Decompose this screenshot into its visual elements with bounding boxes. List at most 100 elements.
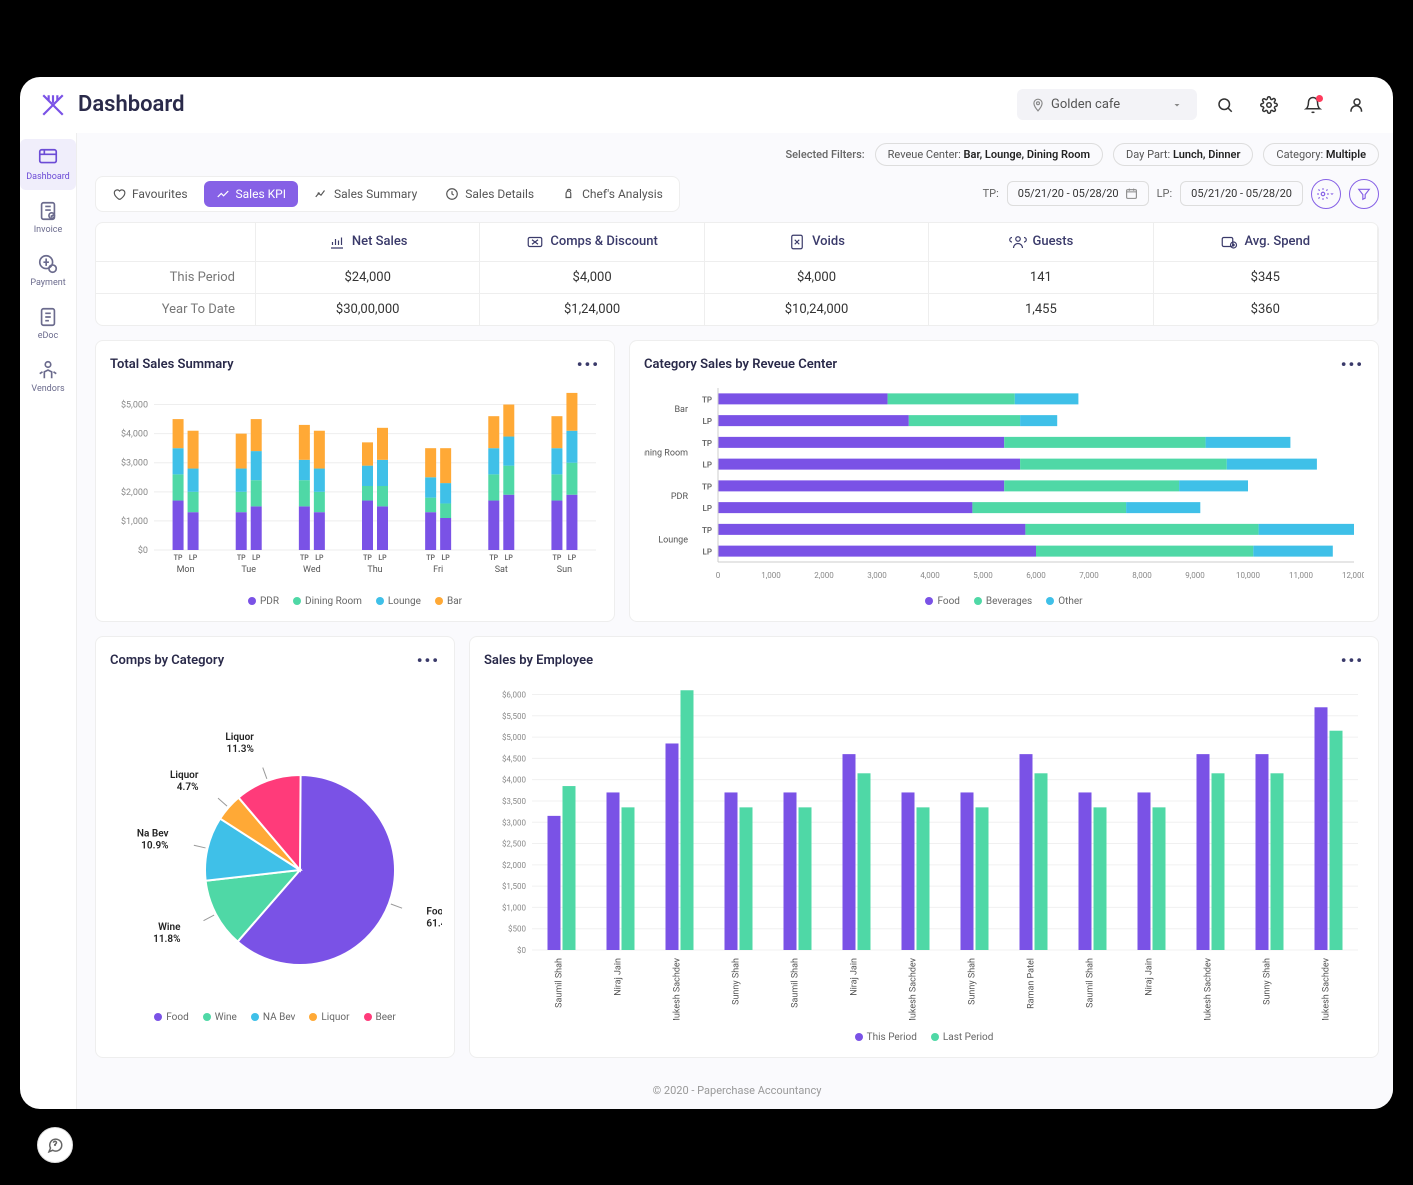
legend-employee: This Period Last Period	[484, 1032, 1364, 1043]
svg-text:$3,000: $3,000	[502, 818, 527, 827]
card-sales-by-employee: Sales by Employee ••• $0$500$1,000$1,500$…	[469, 636, 1379, 1058]
sidebar-item-payment[interactable]: Payment	[20, 245, 76, 296]
chat-icon	[46, 1136, 64, 1154]
user-icon	[1348, 96, 1366, 114]
svg-text:LP: LP	[442, 554, 451, 562]
tab-sales-details[interactable]: Sales Details	[433, 181, 546, 207]
svg-text:1,000: 1,000	[761, 571, 781, 580]
filter-chip-category[interactable]: Category: Multiple	[1263, 143, 1379, 166]
vendors-icon	[37, 359, 59, 381]
summary-icon	[314, 187, 328, 201]
svg-text:12,000: 12,000	[1342, 571, 1364, 580]
svg-text:Fri: Fri	[433, 565, 443, 575]
tab-sales-summary[interactable]: Sales Summary	[302, 181, 429, 207]
svg-text:Mukesh Sachdev: Mukesh Sachdev	[909, 957, 919, 1020]
filter-chip-revenue-center[interactable]: Reveue Center: Bar, Lounge, Dining Room	[875, 143, 1103, 166]
svg-text:Food: Food	[426, 906, 442, 917]
location-name: Golden cafe	[1051, 97, 1120, 112]
card-title: Category Sales by Reveue Center	[644, 357, 837, 372]
svg-text:TP: TP	[702, 525, 712, 534]
help-button[interactable]	[37, 1127, 73, 1163]
svg-text:3,000: 3,000	[867, 571, 887, 580]
lp-label: LP:	[1157, 187, 1173, 200]
svg-text:7,000: 7,000	[1079, 571, 1099, 580]
svg-text:TP: TP	[237, 554, 246, 562]
notifications-button[interactable]	[1297, 89, 1329, 121]
search-button[interactable]	[1209, 89, 1241, 121]
filters-label: Selected Filters:	[786, 148, 865, 161]
settings-button[interactable]	[1253, 89, 1285, 121]
location-select[interactable]: Golden cafe	[1017, 89, 1197, 120]
svg-text:TP: TP	[363, 554, 372, 562]
card-more-button[interactable]: •••	[1341, 355, 1364, 374]
search-icon	[1216, 96, 1234, 114]
sidebar-item-vendors[interactable]: Vendors	[20, 351, 76, 402]
svg-text:LP: LP	[252, 554, 261, 562]
svg-text:LP: LP	[315, 554, 324, 562]
svg-text:$4,500: $4,500	[502, 754, 527, 763]
payment-icon	[37, 253, 59, 275]
card-more-button[interactable]: •••	[577, 355, 600, 374]
svg-text:Dinning Room: Dinning Room	[644, 448, 688, 458]
svg-text:$3,000: $3,000	[121, 457, 148, 468]
card-total-sales-summary: Total Sales Summary••• $0$1,000$2,000$3,…	[95, 340, 615, 622]
svg-text:Niraj Jain: Niraj Jain	[614, 957, 624, 995]
calendar-icon	[1125, 187, 1138, 200]
svg-text:$0: $0	[517, 946, 526, 955]
lp-date-picker[interactable]: 05/21/20 - 05/28/20	[1180, 181, 1303, 206]
sidebar-item-dashboard[interactable]: Dashboard	[20, 139, 76, 190]
svg-text:LP: LP	[703, 417, 712, 426]
footer: © 2020 - Paperchase Accountancy	[77, 1072, 1393, 1109]
guests-icon	[1009, 233, 1027, 251]
edoc-icon	[37, 306, 59, 328]
gear-dropdown-button[interactable]	[1311, 179, 1341, 209]
svg-text:Liquor: Liquor	[225, 732, 254, 743]
filter-row: Selected Filters: Reveue Center: Bar, Lo…	[77, 133, 1393, 176]
filter-chip-daypart[interactable]: Day Part: Lunch, Dinner	[1113, 143, 1253, 166]
svg-text:Sunny Shah: Sunny Shah	[732, 957, 742, 1004]
tab-favourites[interactable]: Favourites	[100, 181, 200, 207]
sidebar-item-edoc[interactable]: eDoc	[20, 298, 76, 349]
kpi-row-ytd: Year To Date $30,00,000$1,24,000$10,24,0…	[96, 294, 1378, 325]
svg-text:11,000: 11,000	[1289, 571, 1314, 580]
svg-text:61.4%: 61.4%	[426, 918, 442, 929]
svg-text:Tue: Tue	[241, 565, 256, 575]
card-more-button[interactable]: •••	[417, 651, 440, 670]
gear-icon	[1260, 96, 1278, 114]
sidebar-item-invoice[interactable]: Invoice	[20, 192, 76, 243]
tab-sales-kpi[interactable]: Sales KPI	[204, 181, 298, 207]
card-more-button[interactable]: •••	[1341, 651, 1364, 670]
kpi-table: Net Sales Comps & Discount Voids Guests …	[95, 222, 1379, 326]
tp-date-picker[interactable]: 05/21/20 - 05/28/20	[1007, 181, 1149, 206]
svg-text:Na Bev: Na Bev	[137, 828, 169, 839]
profile-button[interactable]	[1341, 89, 1373, 121]
kpi-header-voids: Voids	[705, 223, 929, 262]
card-title: Total Sales Summary	[110, 357, 234, 372]
card-title: Sales by Employee	[484, 653, 593, 668]
svg-text:10,000: 10,000	[1236, 571, 1261, 580]
discount-icon	[526, 233, 544, 251]
dashboard-icon	[37, 147, 59, 169]
svg-text:$1,500: $1,500	[502, 882, 527, 891]
svg-text:Lounge: Lounge	[658, 535, 688, 545]
kpi-header-guests: Guests	[929, 223, 1153, 262]
legend-comps: Food Wine NA Bev Liquor Beer	[110, 1012, 440, 1023]
svg-text:$6,000: $6,000	[502, 690, 527, 699]
svg-text:TP: TP	[702, 482, 712, 491]
chart-category-sales: 01,0002,0003,0004,0005,0006,0007,0008,00…	[644, 384, 1364, 584]
chevron-down-icon	[1171, 99, 1183, 111]
kpi-header-net-sales: Net Sales	[256, 223, 480, 262]
svg-text:4.7%: 4.7%	[177, 782, 199, 793]
chart-sales-by-employee: $0$500$1,000$1,500$2,000$2,500$3,000$3,5…	[484, 680, 1364, 1020]
svg-text:LP: LP	[703, 504, 712, 513]
card-comps-by-category: Comps by Category••• Food61.4%Wine11.8%N…	[95, 636, 455, 1058]
svg-text:Niraj Jain: Niraj Jain	[1145, 957, 1155, 995]
filter-button[interactable]	[1349, 179, 1379, 209]
svg-text:4,000: 4,000	[920, 571, 940, 580]
invoice-icon	[37, 200, 59, 222]
svg-text:Mukesh Sachdev: Mukesh Sachdev	[673, 957, 683, 1020]
kpi-icon	[216, 187, 230, 201]
tab-chefs-analysis[interactable]: Chef's Analysis	[550, 181, 675, 207]
svg-text:Sunny Shah: Sunny Shah	[1263, 957, 1273, 1004]
svg-text:LP: LP	[703, 460, 712, 469]
